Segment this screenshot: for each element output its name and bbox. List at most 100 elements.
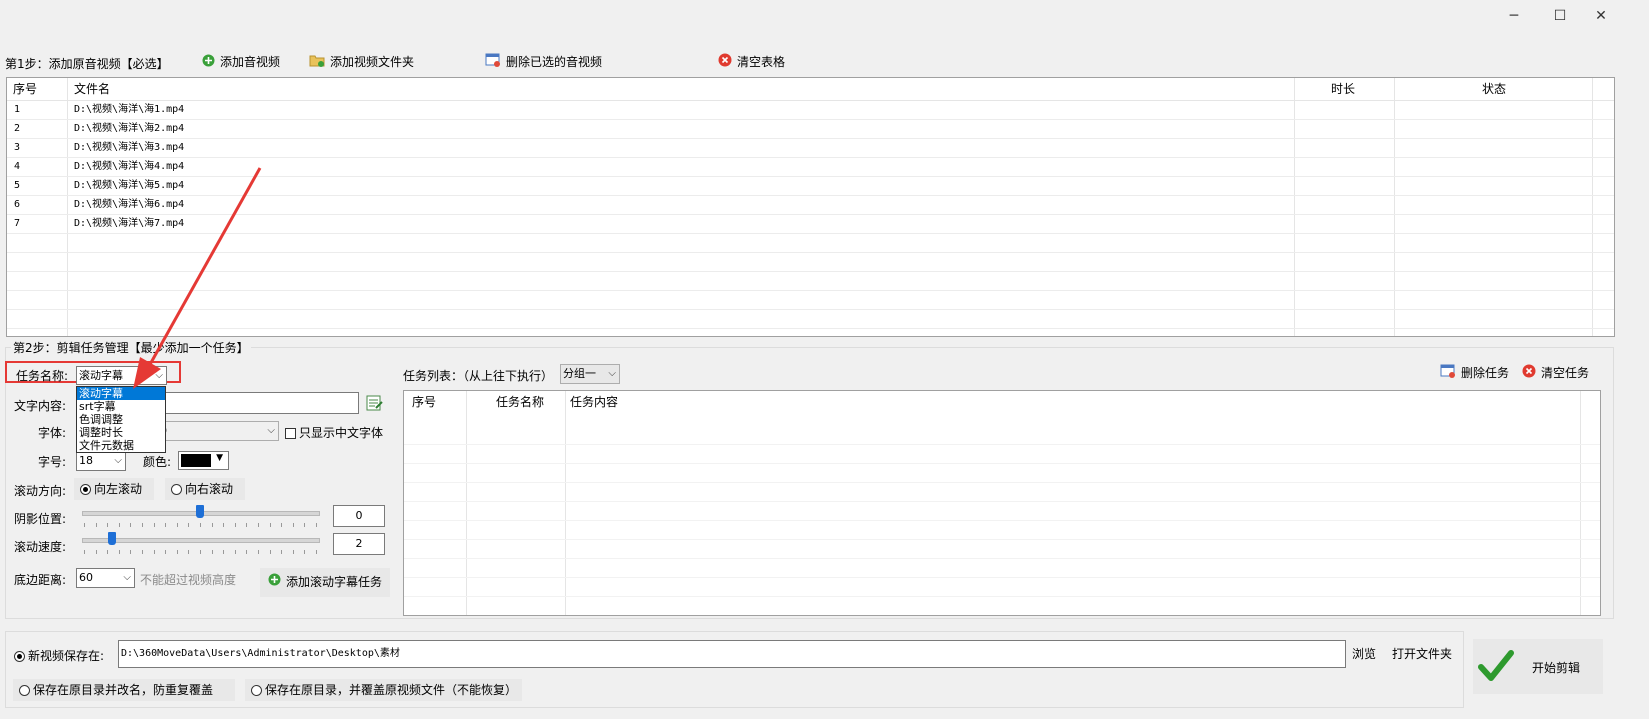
speed-slider-track[interactable] bbox=[82, 538, 320, 543]
option-color-adjust[interactable]: 色调调整 bbox=[77, 413, 165, 426]
clear-tasks-label: 清空任务 bbox=[1541, 366, 1590, 380]
add-media-button[interactable]: 添加音视频 bbox=[202, 51, 280, 73]
task-row[interactable] bbox=[404, 482, 1600, 502]
clear-icon bbox=[718, 52, 732, 74]
save-rename-radio[interactable]: 保存在原目录并改名，防重复覆盖 bbox=[13, 679, 235, 701]
dir-left-label: 向左滚动 bbox=[94, 482, 143, 496]
add-icon bbox=[268, 568, 281, 597]
chevron-down-icon: ⌵ bbox=[267, 425, 275, 436]
dir-right-radio[interactable]: 向右滚动 bbox=[165, 478, 245, 500]
radio-selected-icon bbox=[14, 651, 25, 662]
row-no: 2 bbox=[14, 123, 21, 134]
chevron-down-icon: ⌵ bbox=[155, 370, 163, 381]
row-filename: D:\视频\海洋\海1.mp4 bbox=[74, 104, 185, 115]
start-button[interactable]: 开始剪辑 bbox=[1473, 639, 1603, 694]
browse-button[interactable]: 浏览 bbox=[1352, 643, 1376, 665]
close-button[interactable]: ✕ bbox=[1586, 6, 1616, 26]
step1-title: 第1步：添加原音视频【必选】 bbox=[5, 57, 169, 71]
media-table-header: 序号 文件名 时长 状态 bbox=[7, 78, 1614, 101]
chevron-down-icon: ⌵ bbox=[123, 572, 131, 583]
table-row[interactable] bbox=[7, 252, 1614, 272]
table-row[interactable]: 2 D:\视频\海洋\海2.mp4 bbox=[7, 119, 1614, 139]
option-adjust-duration[interactable]: 调整时长 bbox=[77, 426, 165, 439]
only-chinese-checkbox[interactable]: 只显示中文字体 bbox=[285, 424, 383, 441]
task-row[interactable] bbox=[404, 539, 1600, 559]
delete-selected-button[interactable]: 删除已选的音视频 bbox=[485, 51, 602, 73]
col-duration: 时长 bbox=[1331, 82, 1356, 96]
font-select[interactable]: ） ⌵ bbox=[160, 421, 279, 441]
step2-title: 第2步：剪辑任务管理【最少添加一个任务】 bbox=[11, 339, 251, 356]
group-select[interactable]: 分组一 ⌵ bbox=[560, 364, 620, 384]
task-row[interactable] bbox=[404, 425, 1600, 445]
add-folder-label: 添加视频文件夹 bbox=[330, 55, 415, 69]
radio-icon bbox=[171, 484, 182, 495]
task-name-select[interactable]: 滚动字幕 ⌵ bbox=[76, 366, 167, 385]
color-picker[interactable]: ▼ bbox=[178, 451, 229, 470]
shadow-value-box[interactable]: 0 bbox=[333, 505, 385, 527]
task-table[interactable]: 序号 任务名称 任务内容 bbox=[403, 390, 1601, 616]
task-name-dropdown[interactable]: 滚动字幕 srt字幕 色调调整 调整时长 文件元数据 bbox=[76, 386, 166, 453]
table-row[interactable]: 4 D:\视频\海洋\海4.mp4 bbox=[7, 157, 1614, 177]
task-row[interactable] bbox=[404, 520, 1600, 540]
clear-tasks-button[interactable]: 清空任务 bbox=[1522, 362, 1589, 384]
add-scroll-task-button[interactable]: 添加滚动字幕任务 bbox=[260, 568, 391, 597]
bottom-hint: 不能超过视频高度 bbox=[140, 573, 237, 587]
speed-label: 滚动速度: bbox=[14, 540, 67, 554]
row-no: 1 bbox=[14, 104, 21, 115]
shadow-slider-ticks bbox=[84, 523, 318, 527]
save-overwrite-radio[interactable]: 保存在原目录，并覆盖原视频文件（不能恢复） bbox=[245, 679, 522, 701]
row-filename: D:\视频\海洋\海7.mp4 bbox=[74, 218, 185, 229]
maximize-button[interactable]: ☐ bbox=[1545, 6, 1575, 26]
save-overwrite-label: 保存在原目录，并覆盖原视频文件（不能恢复） bbox=[265, 683, 518, 697]
only-chinese-label: 只显示中文字体 bbox=[299, 426, 384, 440]
row-no: 7 bbox=[14, 218, 21, 229]
table-row[interactable]: 7 D:\视频\海洋\海7.mp4 bbox=[7, 214, 1614, 234]
table-row[interactable] bbox=[7, 233, 1614, 253]
table-row[interactable]: 5 D:\视频\海洋\海5.mp4 bbox=[7, 176, 1614, 196]
dir-left-radio[interactable]: 向左滚动 bbox=[74, 478, 154, 500]
table-row[interactable] bbox=[7, 271, 1614, 291]
task-row[interactable] bbox=[404, 463, 1600, 483]
option-file-metadata[interactable]: 文件元数据 bbox=[77, 439, 165, 452]
table-row[interactable]: 3 D:\视频\海洋\海3.mp4 bbox=[7, 138, 1614, 158]
task-col-name: 任务名称 bbox=[496, 395, 545, 409]
bottom-value: 60 bbox=[79, 571, 93, 584]
speed-value-box[interactable]: 2 bbox=[333, 533, 385, 555]
size-select[interactable]: 18 ⌵ bbox=[76, 451, 126, 471]
col-no: 序号 bbox=[13, 82, 38, 96]
task-row[interactable] bbox=[404, 501, 1600, 521]
table-row[interactable]: 6 D:\视频\海洋\海6.mp4 bbox=[7, 195, 1614, 215]
dropdown-arrow-icon: ▼ bbox=[216, 453, 223, 463]
row-filename: D:\视频\海洋\海2.mp4 bbox=[74, 123, 185, 134]
table-row[interactable] bbox=[7, 290, 1614, 310]
group-value: 分组一 bbox=[563, 367, 596, 380]
option-srt-subtitle[interactable]: srt字幕 bbox=[77, 400, 165, 413]
clear-table-button[interactable]: 清空表格 bbox=[718, 51, 785, 73]
bottom-select[interactable]: 60 ⌵ bbox=[76, 568, 135, 588]
save-new-label: 新视频保存在: bbox=[28, 649, 105, 663]
task-row[interactable] bbox=[404, 558, 1600, 578]
save-path-input[interactable]: D:\360MoveData\Users\Administrator\Deskt… bbox=[118, 640, 1346, 668]
table-row[interactable]: 1 D:\视频\海洋\海1.mp4 bbox=[7, 100, 1614, 120]
save-new-radio[interactable]: 新视频保存在: bbox=[14, 647, 104, 664]
speed-slider-ticks bbox=[84, 550, 318, 554]
text-edit-icon[interactable] bbox=[366, 394, 384, 412]
task-row[interactable] bbox=[404, 577, 1600, 597]
open-folder-button[interactable]: 打开文件夹 bbox=[1392, 643, 1452, 665]
media-table[interactable]: 序号 文件名 时长 状态 1 D:\视频\海洋\海1.mp4 2 D:\视频\海洋\海… bbox=[6, 77, 1615, 337]
minimize-button[interactable]: ─ bbox=[1499, 6, 1529, 26]
table-row[interactable] bbox=[7, 309, 1614, 329]
chevron-down-icon: ⌵ bbox=[608, 368, 616, 379]
add-icon bbox=[202, 52, 215, 74]
task-row[interactable] bbox=[404, 444, 1600, 464]
add-folder-button[interactable]: 添加视频文件夹 bbox=[309, 51, 414, 73]
checkbox-icon bbox=[285, 428, 296, 439]
save-rename-label: 保存在原目录并改名，防重复覆盖 bbox=[33, 683, 214, 697]
shadow-slider-thumb[interactable] bbox=[196, 505, 204, 518]
chevron-down-icon: ⌵ bbox=[114, 455, 122, 466]
task-row[interactable] bbox=[404, 596, 1600, 615]
option-scroll-subtitle[interactable]: 滚动字幕 bbox=[77, 387, 165, 400]
delete-task-button[interactable]: 删除任务 bbox=[1440, 362, 1509, 384]
speed-slider-thumb[interactable] bbox=[108, 532, 116, 545]
folder-add-icon bbox=[309, 52, 325, 74]
